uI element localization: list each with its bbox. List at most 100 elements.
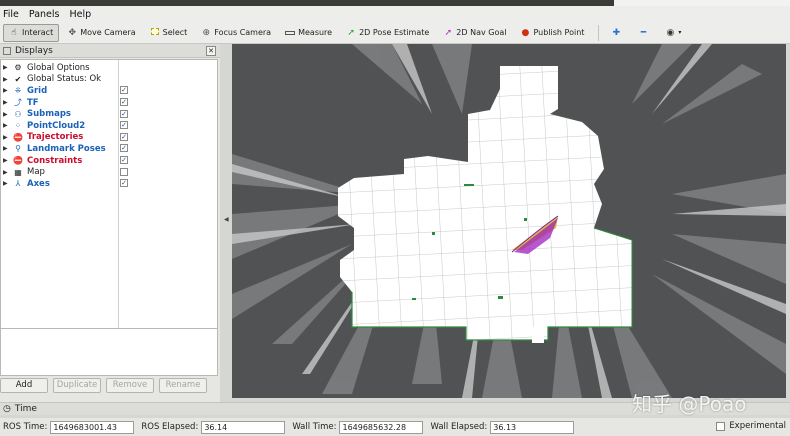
expand-arrow-icon[interactable]: ▶ <box>3 157 11 164</box>
expand-arrow-icon[interactable]: ▶ <box>3 180 11 187</box>
axes-icon: ⅄ <box>15 179 21 189</box>
add-tool-button[interactable]: ✚ <box>605 24 630 42</box>
focus-camera-label: Focus Camera <box>214 28 272 37</box>
display-item-label: Global Options <box>27 62 90 73</box>
display-item-label: Axes <box>27 178 50 189</box>
remove-button[interactable]: Remove <box>106 378 154 393</box>
gear-icon: ⚙ <box>14 63 22 73</box>
displays-panel: Displays ✕ ▶ ⚙ Global Options ▶ ✔ Global Stat… <box>0 44 220 402</box>
display-item-global-status-ok[interactable]: ▶ ✔ Global Status: Ok <box>1 74 217 86</box>
menu-file[interactable]: File <box>3 9 19 20</box>
display-item-label: Grid <box>27 85 48 96</box>
minus-icon: ━ <box>640 27 647 38</box>
experimental-checkbox[interactable] <box>716 421 726 431</box>
wall-time-field[interactable]: 1649685632.28 <box>339 420 424 434</box>
magenta-arrow-icon: ➚ <box>444 27 453 38</box>
focus-camera-tool-button[interactable]: ⊕ Focus Camera <box>195 24 277 42</box>
toolbar: ☝ Interact ✥ Move Camera Select ⊕ Focus … <box>0 22 790 44</box>
displays-tree: ▶ ⚙ Global Options ▶ ✔ Global Status: Ok ▶ ⁜ Gri… <box>0 59 218 371</box>
publish-point-label: Publish Point <box>533 28 585 37</box>
camera-view-button[interactable]: ◉ ▾ <box>659 24 687 42</box>
grid-icon: ⁜ <box>14 86 22 96</box>
expand-arrow-icon[interactable]: ▶ <box>3 145 11 152</box>
nav-goal-tool-button[interactable]: ➚ 2D Nav Goal <box>437 24 512 42</box>
remove-tool-button[interactable]: ━ <box>632 24 657 42</box>
hand-icon: ☝ <box>11 27 17 38</box>
expand-arrow-icon[interactable]: ▶ <box>3 134 11 141</box>
display-enable-checkbox[interactable]: ✓ <box>120 86 128 95</box>
ros-time-label: ROS Time: <box>3 422 48 432</box>
display-item-axes[interactable]: ▶ ⅄ Axes ✓ <box>1 178 217 190</box>
watermark: 知乎 @Poao <box>632 392 747 416</box>
display-enable-checkbox[interactable]: ✓ <box>120 109 128 118</box>
select-icon <box>150 27 160 38</box>
checkmark-icon: ✔ <box>14 74 22 84</box>
duplicate-button[interactable]: Duplicate <box>53 378 101 393</box>
error-icon: ⛔ <box>13 156 23 166</box>
expand-arrow-icon[interactable]: ▶ <box>3 111 11 118</box>
display-item-trajectories[interactable]: ▶ ⛔ Trajectories ✓ <box>1 132 217 144</box>
measure-tool-button[interactable]: Measure <box>279 24 338 42</box>
publish-point-tool-button[interactable]: ● Publish Point <box>514 24 590 42</box>
rename-button[interactable]: Rename <box>159 378 207 393</box>
description-box <box>0 328 218 376</box>
display-enable-checkbox[interactable]: ✓ <box>120 132 128 141</box>
displays-buttons: Add Duplicate Remove Rename <box>0 378 220 396</box>
display-enable-checkbox[interactable]: ✓ <box>120 121 128 130</box>
dock-icon <box>3 46 11 55</box>
interact-tool-button[interactable]: ☝ Interact <box>3 23 60 42</box>
display-item-label: Map <box>27 167 45 178</box>
move-camera-tool-button[interactable]: ✥ Move Camera <box>61 24 141 42</box>
display-item-label: Submaps <box>27 109 71 120</box>
3d-render-viewport[interactable] <box>232 44 786 398</box>
display-item-constraints[interactable]: ▶ ⛔ Constraints ✓ <box>1 155 217 167</box>
display-enable-checkbox[interactable]: ✓ <box>120 179 128 188</box>
display-item-grid[interactable]: ▶ ⁜ Grid ✓ <box>1 85 217 97</box>
select-tool-button[interactable]: Select <box>144 24 194 42</box>
dropdown-arrow-icon: ▾ <box>678 29 682 36</box>
display-item-map[interactable]: ▶ ▦ Map <box>1 166 217 178</box>
expand-arrow-icon[interactable]: ▶ <box>3 87 11 94</box>
display-item-label: PointCloud2 <box>27 120 86 131</box>
menu-help[interactable]: Help <box>69 9 91 20</box>
display-item-submaps[interactable]: ▶ ⚇ Submaps ✓ <box>1 108 217 120</box>
ros-elapsed-field[interactable]: 36.14 <box>201 420 286 434</box>
close-icon[interactable]: ✕ <box>206 46 216 56</box>
green-arrow-icon: ➚ <box>347 27 355 38</box>
wall-elapsed-field[interactable]: 36.13 <box>490 420 575 434</box>
display-enable-checkbox[interactable] <box>120 167 128 176</box>
display-item-tf[interactable]: ▶ ⤴ TF ✓ <box>1 97 217 109</box>
pointcloud-icon: ⁘ <box>14 121 22 131</box>
display-item-label: Constraints <box>27 155 83 166</box>
display-enable-checkbox[interactable]: ✓ <box>120 98 128 107</box>
add-button[interactable]: Add <box>0 378 48 393</box>
map-icon: ▦ <box>14 167 22 177</box>
display-item-landmark-poses[interactable]: ▶ ⚲ Landmark Poses ✓ <box>1 143 217 155</box>
expand-arrow-icon[interactable]: ▶ <box>3 99 11 106</box>
display-item-label: Global Status: Ok <box>27 74 102 85</box>
menu-bar: File Panels Help <box>0 6 790 22</box>
experimental-toggle[interactable]: Experimental <box>716 421 786 431</box>
display-item-pointcloud2[interactable]: ▶ ⁘ PointCloud2 ✓ <box>1 120 217 132</box>
display-enable-checkbox[interactable]: ✓ <box>120 144 128 153</box>
expand-arrow-icon[interactable]: ▶ <box>3 122 11 129</box>
move-camera-label: Move Camera <box>80 28 136 37</box>
expand-arrow-icon[interactable]: ▶ <box>3 169 11 176</box>
menu-panels[interactable]: Panels <box>29 9 60 20</box>
expand-arrow-icon[interactable]: ▶ <box>3 64 11 71</box>
toolbar-separator <box>598 24 600 41</box>
ros-time-field[interactable]: 1649683001.43 <box>50 420 135 434</box>
eye-icon: ◉ <box>666 27 675 38</box>
display-enable-checkbox[interactable]: ✓ <box>120 156 128 165</box>
time-panel-title: Time <box>14 404 37 414</box>
collapse-panel-handle[interactable]: ◀ <box>224 216 229 224</box>
ros-elapsed-label: ROS Elapsed: <box>141 422 199 432</box>
display-item-global-options[interactable]: ▶ ⚙ Global Options <box>1 62 217 74</box>
pose-estimate-tool-button[interactable]: ➚ 2D Pose Estimate <box>340 24 435 42</box>
map-render <box>232 44 786 398</box>
time-status-bar: ROS Time: 1649683001.43 ROS Elapsed: 36.… <box>0 418 790 436</box>
map-door-gap <box>532 327 544 343</box>
expand-arrow-icon[interactable]: ▶ <box>3 76 11 83</box>
nav-goal-label: 2D Nav Goal <box>456 28 507 37</box>
displays-header: Displays ✕ <box>0 44 220 58</box>
